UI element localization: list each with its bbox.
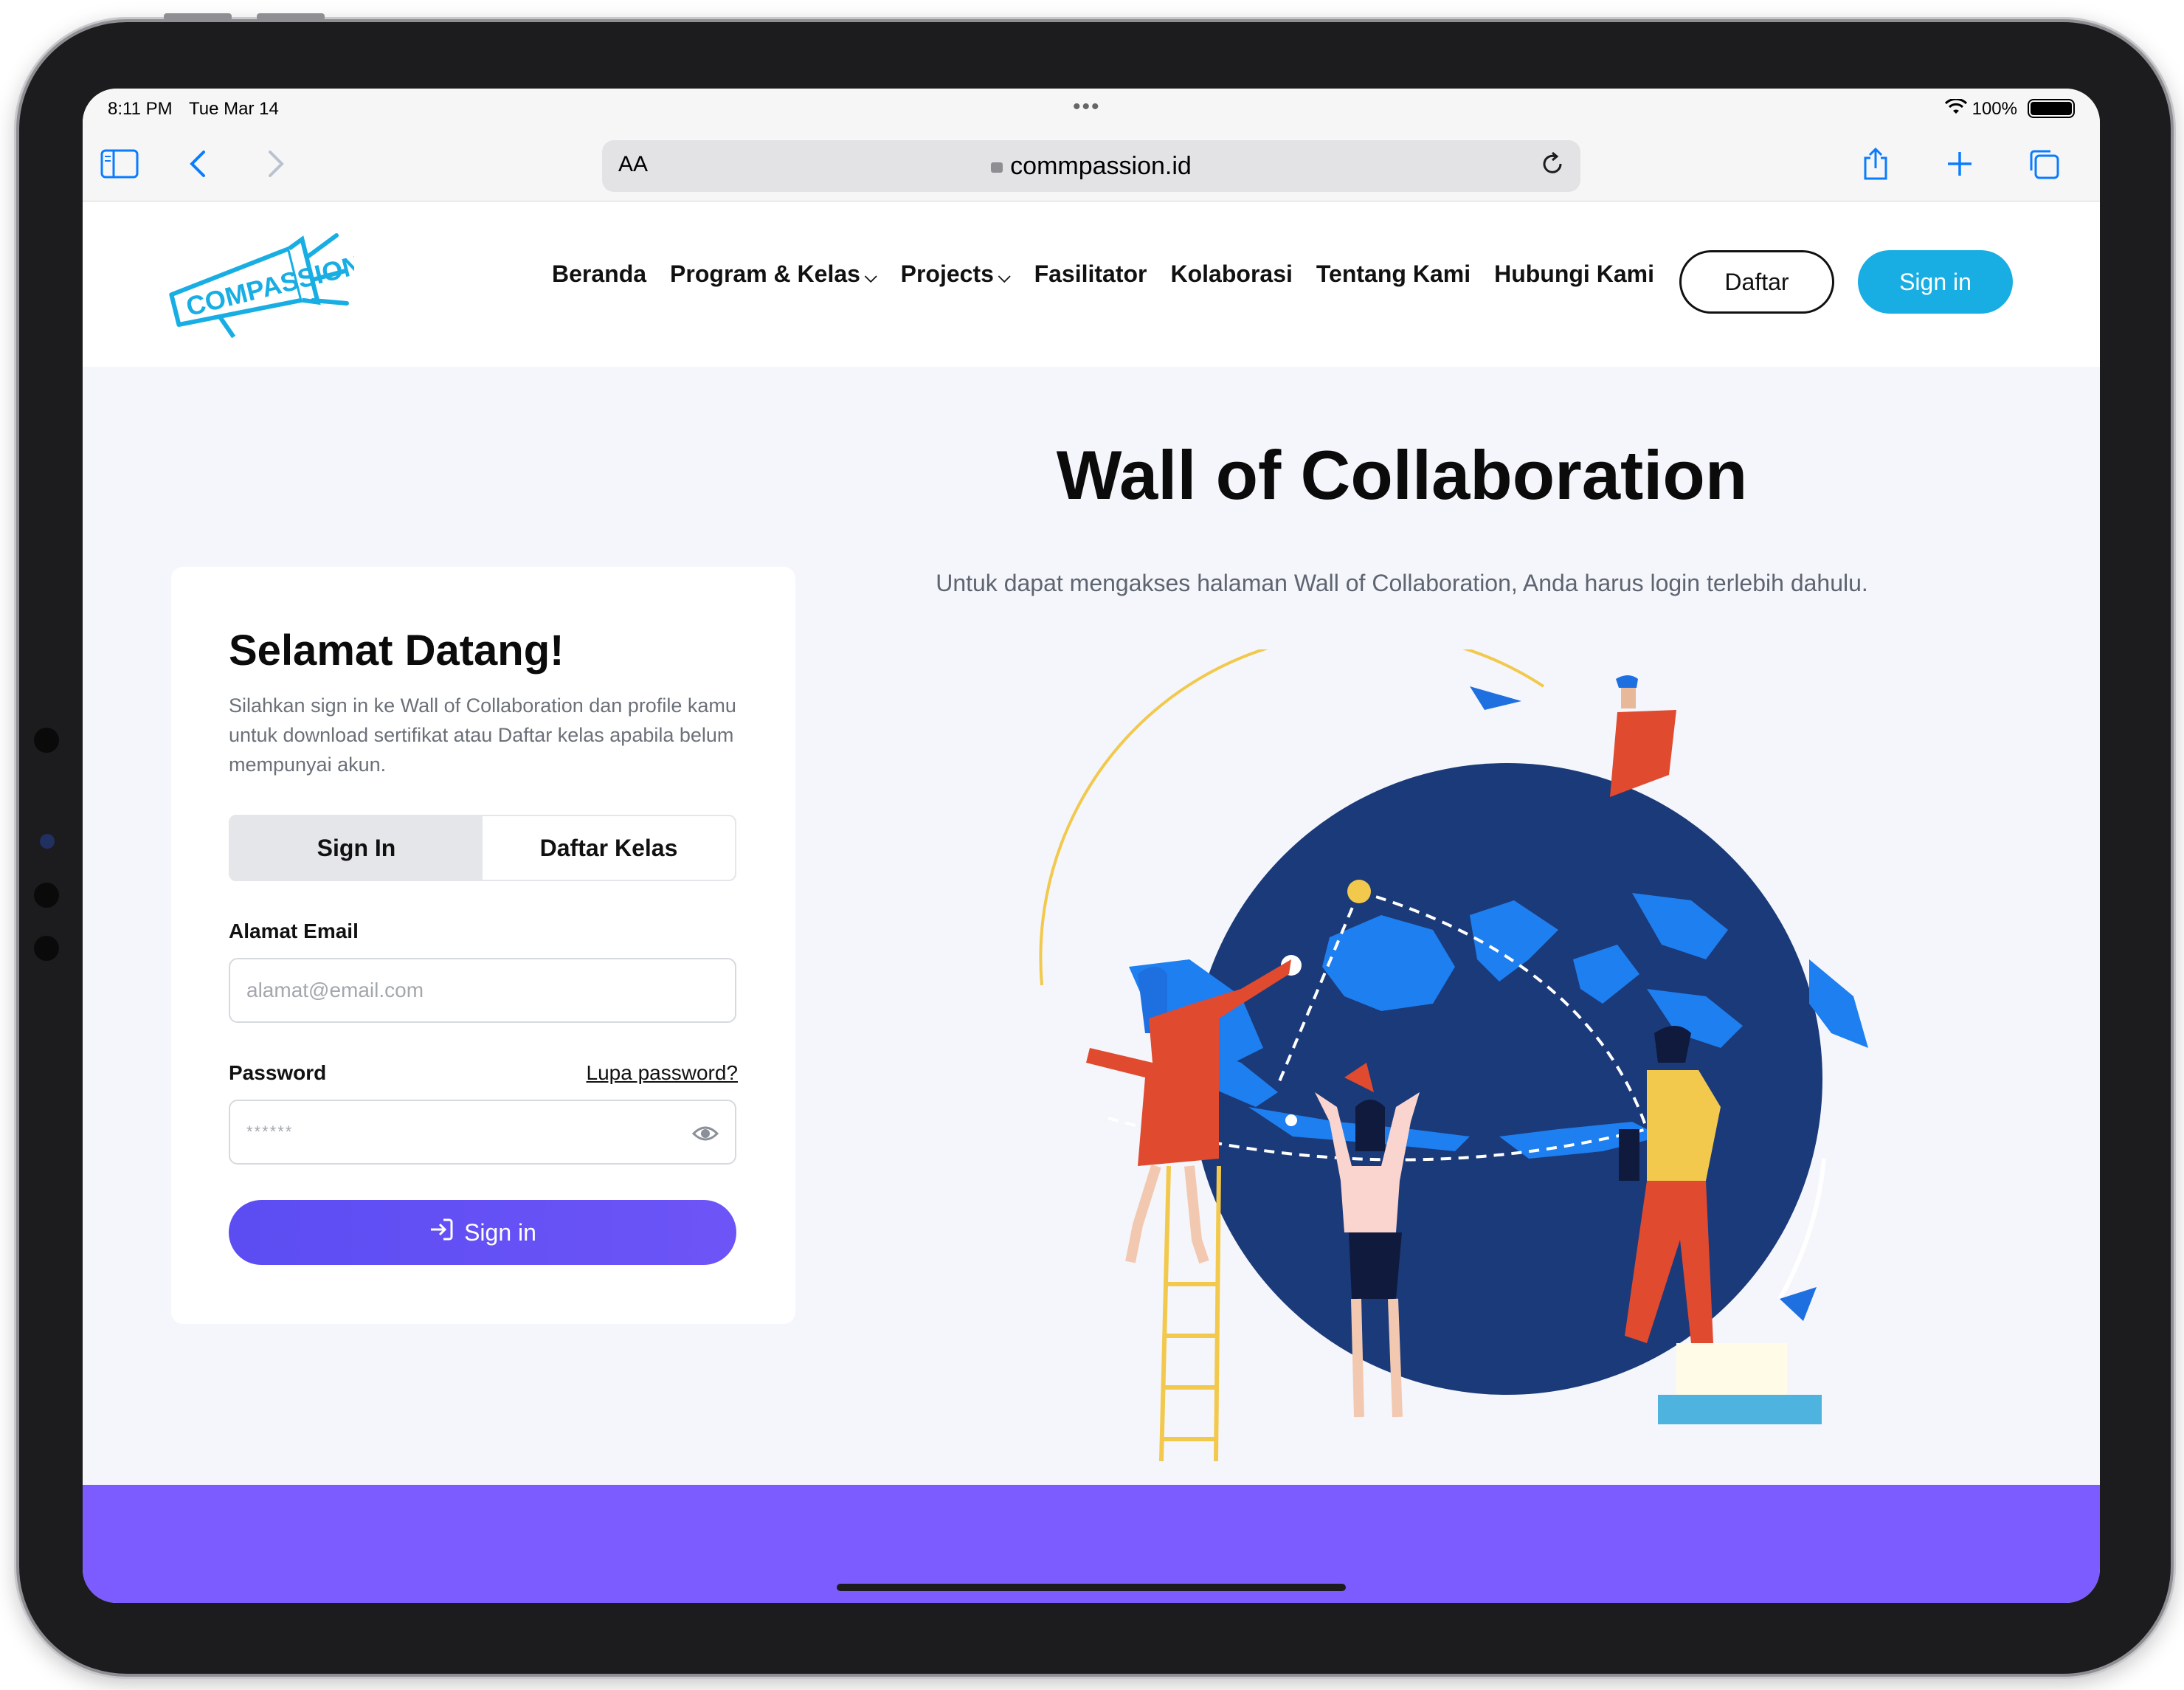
screen: 8:11 PM Tue Mar 14 ••• 100% AA commpassi…	[83, 89, 2100, 1603]
login-arrow-icon	[429, 1217, 454, 1248]
login-title: Selamat Datang!	[229, 627, 564, 675]
share-icon[interactable]	[1855, 143, 1896, 184]
home-indicator[interactable]	[837, 1584, 1346, 1591]
page-title: Wall of Collaboration	[1056, 436, 1748, 514]
forgot-password-link[interactable]: Lupa password?	[587, 1061, 738, 1085]
status-date: Tue Mar 14	[189, 99, 279, 119]
url-text: commpassion.id	[1010, 152, 1192, 180]
device-camera	[40, 834, 55, 849]
login-card: Selamat Datang! Silahkan sign in ke Wall…	[171, 567, 795, 1324]
address-bar[interactable]: AA commpassion.id	[602, 140, 1580, 192]
device-sensor	[34, 728, 59, 753]
paper-plane-icon	[1470, 686, 1521, 710]
new-tab-icon[interactable]	[1939, 143, 1980, 184]
password-field[interactable]: ******	[229, 1100, 736, 1165]
collaboration-illustration	[998, 631, 1883, 1520]
globe-icon	[1191, 763, 1822, 1395]
status-bar: 8:11 PM Tue Mar 14 ••• 100%	[83, 89, 2100, 127]
email-label: Alamat Email	[229, 920, 359, 942]
signin-submit-button[interactable]: Sign in	[229, 1200, 736, 1265]
back-icon[interactable]	[177, 143, 218, 184]
battery-percent: 100%	[1972, 99, 2017, 119]
status-time: 8:11 PM	[108, 99, 173, 119]
password-placeholder: ******	[246, 1122, 294, 1141]
nav-program-kelas[interactable]: Program & Kelas ⌵	[670, 261, 877, 288]
password-label: Password	[229, 1061, 327, 1084]
lock-icon	[991, 162, 1003, 173]
device-sensor	[34, 936, 59, 961]
login-description: Silahkan sign in ke Wall of Collaboratio…	[229, 694, 736, 776]
nav-beranda[interactable]: Beranda	[552, 261, 646, 288]
volume-button	[257, 13, 325, 21]
chevron-down-icon: ⌵	[998, 267, 1011, 286]
multitasking-dots[interactable]: •••	[1073, 94, 1101, 120]
battery-icon	[2028, 99, 2075, 118]
signin-submit-label: Sign in	[464, 1218, 536, 1246]
site-header: COMPASSION Beranda Program & Kelas ⌵ Proj…	[83, 201, 2100, 367]
nav-tentang-kami[interactable]: Tentang Kami	[1316, 261, 1471, 288]
page-subtitle: Untuk dapat mengakses halaman Wall of Co…	[936, 570, 1868, 596]
reload-icon[interactable]	[1539, 151, 1566, 184]
browser-toolbar: AA commpassion.id	[83, 127, 2100, 201]
nav-hubungi-kami[interactable]: Hubungi Kami	[1494, 261, 1654, 288]
url-display[interactable]: commpassion.id	[602, 152, 1580, 181]
sidebar-icon[interactable]	[99, 143, 140, 184]
tab-daftar-kelas[interactable]: Daftar Kelas	[483, 816, 735, 880]
nav-fasilitator[interactable]: Fasilitator	[1034, 261, 1147, 288]
daftar-button[interactable]: Daftar	[1679, 250, 1834, 314]
tabs-icon[interactable]	[2023, 143, 2064, 184]
wifi-icon	[1944, 97, 1968, 120]
email-placeholder: alamat@email.com	[246, 979, 424, 1001]
volume-button	[164, 13, 232, 21]
chevron-down-icon: ⌵	[864, 267, 877, 286]
header-signin-button[interactable]: Sign in	[1858, 250, 2013, 314]
compassion-logo[interactable]: COMPASSION	[162, 224, 364, 342]
main-nav: Beranda Program & Kelas ⌵ Projects ⌵ Fasil…	[552, 261, 1678, 288]
nav-projects[interactable]: Projects ⌵	[901, 261, 1011, 288]
nav-kolaborasi[interactable]: Kolaborasi	[1171, 261, 1293, 288]
forward-icon[interactable]	[255, 143, 297, 184]
eye-icon[interactable]	[691, 1120, 719, 1147]
tab-sign-in[interactable]: Sign In	[230, 816, 483, 880]
login-tabs: Sign In Daftar Kelas	[229, 815, 736, 881]
device-sensor	[34, 883, 59, 908]
email-field[interactable]: alamat@email.com	[229, 958, 736, 1023]
